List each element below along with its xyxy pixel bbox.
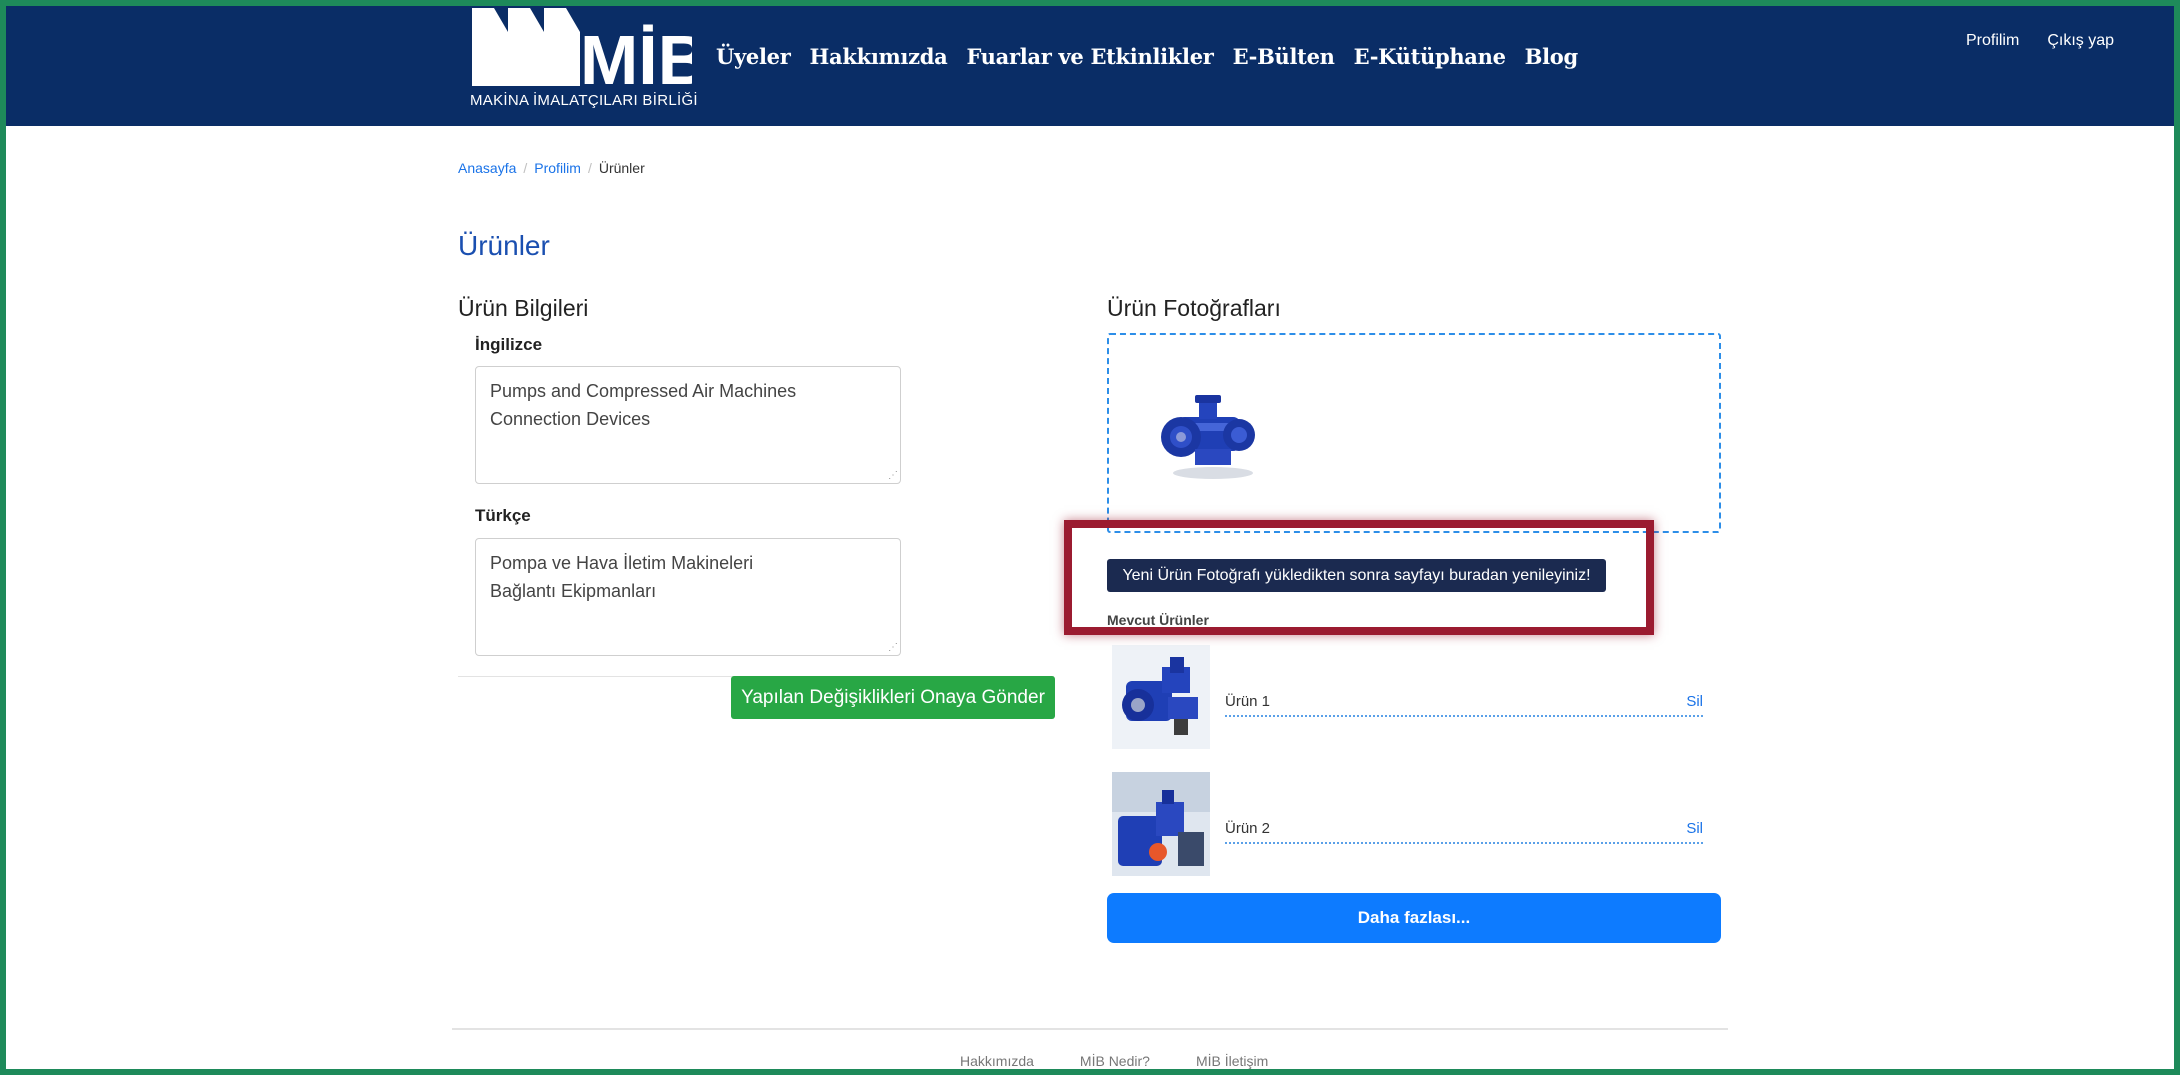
turkish-label: Türkçe <box>475 506 531 525</box>
breadcrumb-home[interactable]: Anasayfa <box>458 160 516 176</box>
breadcrumb: Anasayfa / Profilim / Ürünler <box>458 160 645 176</box>
mib-logo[interactable]: MİB MAKİNA İMALATÇILARI BİRLİĞİ <box>470 6 698 114</box>
svg-text:MİB: MİB <box>580 21 692 90</box>
footer-links: Hakkımızda MİB Nedir? MİB İletişim <box>960 1053 1268 1069</box>
product-photos-title: Ürün Fotoğrafları <box>1107 295 1281 321</box>
breadcrumb-separator: / <box>523 160 528 176</box>
product-image[interactable] <box>1112 772 1210 876</box>
footer-link-about[interactable]: Hakkımızda <box>960 1053 1034 1069</box>
logout-link[interactable]: Çıkış yap <box>2047 32 2114 50</box>
photo-upload-dropzone[interactable] <box>1107 333 1721 533</box>
product-row: Ürün 1 Sil <box>1112 645 1718 749</box>
nav-fuarlar[interactable]: Fuarlar ve Etkinlikler <box>966 44 1213 69</box>
english-label: İngilizce <box>475 335 543 354</box>
turkish-textarea[interactable]: Pompa ve Hava İletim Makineleri Bağlantı… <box>475 538 901 656</box>
product-row: Ürün 2 Sil <box>1112 772 1718 876</box>
product-name: Ürün 2 <box>1225 820 1703 844</box>
delete-product-link[interactable]: Sil <box>1686 820 1703 837</box>
breadcrumb-profile[interactable]: Profilim <box>534 160 581 176</box>
hydraulic-pump-image <box>1112 645 1210 749</box>
nav-ekutuphane[interactable]: E-Kütüphane <box>1354 44 1506 69</box>
product-info-title: Ürün Bilgileri <box>458 295 589 321</box>
nav-blog[interactable]: Blog <box>1525 44 1579 69</box>
pump-thumbnail <box>1161 395 1255 479</box>
load-more-button[interactable]: Daha fazlası... <box>1107 893 1721 943</box>
hydraulic-motor-image <box>1112 772 1210 876</box>
logo-mark-icon: MİB <box>472 8 692 90</box>
resize-grip-icon[interactable]: ⋰ <box>888 642 898 653</box>
logo-text: MAKİNA İMALATÇILARI BİRLİĞİ <box>470 92 698 109</box>
nav-ebulten[interactable]: E-Bülten <box>1233 44 1335 69</box>
nav-uyeler[interactable]: Üyeler <box>716 44 791 69</box>
delete-product-link[interactable]: Sil <box>1686 693 1703 710</box>
user-nav: Profilim Çıkış yap <box>1966 32 2114 50</box>
product-image[interactable] <box>1112 645 1210 749</box>
submit-changes-button[interactable]: Yapılan Değişiklikleri Onaya Gönder <box>731 676 1055 719</box>
resize-grip-icon[interactable]: ⋰ <box>888 470 898 481</box>
page-title: Ürünler <box>458 230 550 261</box>
profile-link[interactable]: Profilim <box>1966 32 2019 50</box>
breadcrumb-current: Ürünler <box>598 160 645 176</box>
footer-divider <box>452 1028 1728 1030</box>
top-navbar: MİB MAKİNA İMALATÇILARI BİRLİĞİ Üyeler H… <box>0 0 2180 126</box>
main-nav: Üyeler Hakkımızda Fuarlar ve Etkinlikler… <box>716 44 1597 69</box>
refresh-page-button[interactable]: Yeni Ürün Fotoğrafı yükledikten sonra sa… <box>1107 559 1606 592</box>
footer-link-contact[interactable]: MİB İletişim <box>1196 1053 1268 1069</box>
nav-hakkimizda[interactable]: Hakkımızda <box>809 44 947 69</box>
footer-link-what-is-mib[interactable]: MİB Nedir? <box>1080 1053 1150 1069</box>
breadcrumb-separator: / <box>587 160 592 176</box>
english-textarea[interactable]: Pumps and Compressed Air Machines Connec… <box>475 366 901 484</box>
product-name: Ürün 1 <box>1225 693 1703 717</box>
